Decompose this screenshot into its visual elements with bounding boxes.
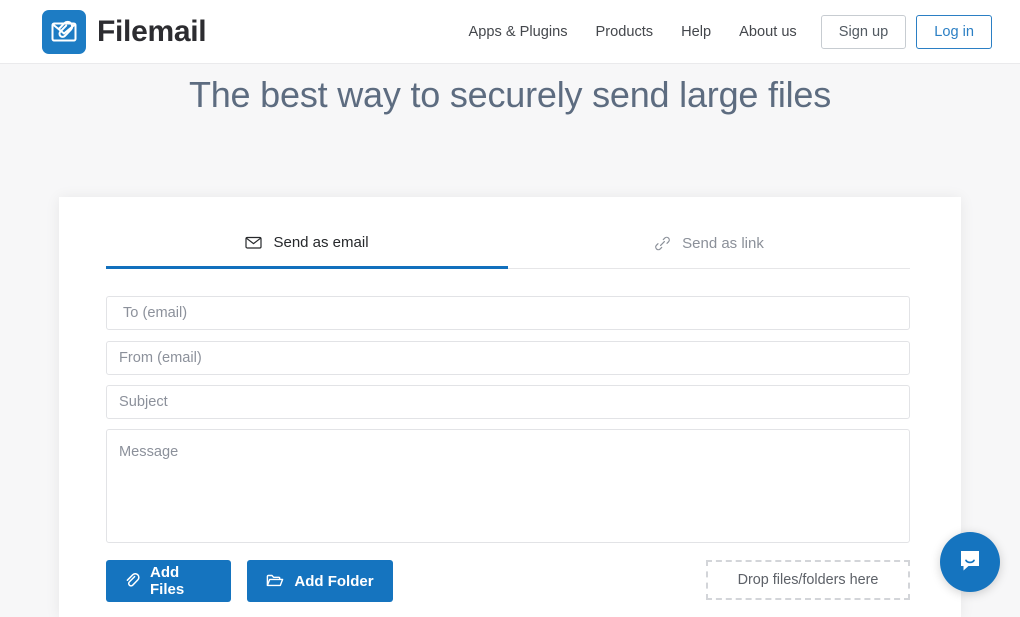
brand-logo[interactable]: Filemail: [42, 10, 206, 54]
add-folder-label: Add Folder: [294, 573, 373, 590]
site-header: Filemail Apps & Plugins Products Help Ab…: [0, 0, 1020, 64]
tab-send-as-link-label: Send as link: [682, 235, 764, 252]
brand-name: Filemail: [97, 17, 206, 47]
message-textarea[interactable]: [106, 429, 910, 543]
dropzone-label: Drop files/folders here: [738, 572, 879, 588]
subject-input[interactable]: [106, 385, 910, 419]
to-email-input[interactable]: [106, 296, 910, 330]
add-files-button[interactable]: Add Files: [106, 560, 231, 602]
folder-open-icon: [266, 573, 284, 589]
page-title: The best way to securely send large file…: [0, 74, 1020, 116]
tab-send-as-link[interactable]: Send as link: [508, 220, 910, 268]
tab-send-as-email[interactable]: Send as email: [106, 220, 508, 269]
nav-item-apps-plugins[interactable]: Apps & Plugins: [455, 24, 582, 40]
paperclip-icon: [124, 573, 140, 589]
main-navigation: Apps & Plugins Products Help About us Si…: [455, 0, 992, 64]
chat-bubble-smile-icon: [955, 545, 985, 580]
send-file-card: Send as email Send as link Add Files: [59, 197, 961, 617]
link-icon: [654, 235, 671, 252]
add-folder-button[interactable]: Add Folder: [247, 560, 393, 602]
envelope-paperclip-logo-icon: [42, 10, 86, 54]
nav-item-about-us[interactable]: About us: [725, 24, 811, 40]
add-files-label: Add Files: [150, 564, 213, 598]
chat-launcher-button[interactable]: [940, 532, 1000, 592]
log-in-button[interactable]: Log in: [916, 15, 992, 49]
file-dropzone[interactable]: Drop files/folders here: [706, 560, 910, 600]
card-actions: Add Files Add Folder Drop files/folders …: [106, 560, 910, 602]
sign-up-button[interactable]: Sign up: [821, 15, 907, 49]
from-email-input[interactable]: [106, 341, 910, 375]
nav-item-help[interactable]: Help: [667, 24, 725, 40]
send-mode-tabs: Send as email Send as link: [106, 220, 910, 269]
envelope-icon: [245, 234, 262, 251]
tab-send-as-email-label: Send as email: [273, 234, 368, 251]
nav-item-products[interactable]: Products: [582, 24, 668, 40]
